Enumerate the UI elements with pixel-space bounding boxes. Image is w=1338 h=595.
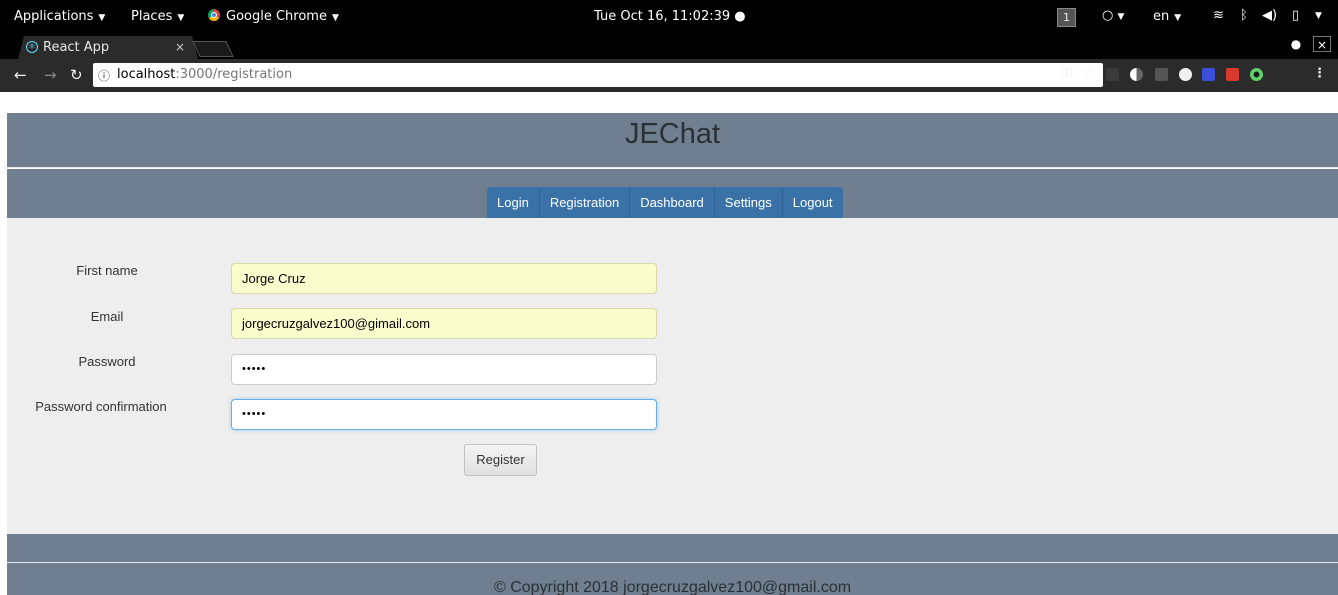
more-menu-icon[interactable]: ⋮	[1313, 66, 1326, 81]
active-app-menu[interactable]: Google Chrome ▼	[208, 9, 339, 24]
first-name-field[interactable]: Jorge Cruz	[231, 263, 657, 294]
applications-label: Applications	[14, 9, 94, 24]
footer-divider	[7, 562, 1338, 563]
volume-icon[interactable]: ◀)	[1262, 8, 1277, 23]
language-label: en	[1153, 9, 1170, 24]
wifi-icon[interactable]: ≋	[1213, 8, 1224, 23]
system-menu-chevron-icon[interactable]: ▼	[1315, 11, 1322, 21]
chevron-down-icon: ▼	[98, 13, 106, 23]
url-text: localhost:3000/registration	[117, 67, 292, 82]
extension-icon[interactable]	[1226, 68, 1239, 81]
reload-icon[interactable]: ↻	[70, 66, 83, 84]
site-header: JEChat	[7, 113, 1338, 168]
back-icon[interactable]: ←	[14, 66, 27, 84]
registration-form: First name Jorge Cruz Email jorgecruzgal…	[7, 218, 1338, 534]
accessibility-icon[interactable]: ○ ▼	[1102, 8, 1124, 23]
nav-logout[interactable]: Logout	[783, 187, 843, 218]
chevron-down-icon: ▼	[331, 13, 339, 23]
clock[interactable]: Tue Oct 16, 11:02:39 ●	[594, 9, 746, 24]
new-tab-button[interactable]	[192, 41, 234, 57]
window-close-icon[interactable]: ×	[1313, 36, 1331, 52]
tab-strip: ⚛ React App × ● ×	[0, 33, 1338, 59]
nav-login[interactable]: Login	[487, 187, 540, 218]
site-navbar: Login Registration Dashboard Settings Lo…	[7, 169, 1338, 218]
password-field[interactable]: •••••	[231, 354, 657, 385]
workspace-indicator[interactable]: 1	[1057, 8, 1076, 27]
close-icon[interactable]: ×	[175, 40, 185, 54]
tab-title: React App	[43, 40, 110, 55]
system-top-bar: Applications ▼ Places ▼ Google Chrome ▼ Tue…	[0, 0, 1338, 33]
url-path: :3000/registration	[175, 67, 293, 82]
email-label: Email	[90, 309, 124, 324]
extension-icon[interactable]	[1250, 68, 1263, 81]
copyright-text: © Copyright 2018 jorgecruzgalvez100@gmai…	[493, 579, 852, 595]
nav-registration[interactable]: Registration	[540, 187, 631, 218]
chevron-down-icon: ▼	[177, 13, 185, 23]
bluetooth-icon[interactable]: ᛒ	[1240, 8, 1248, 23]
register-button[interactable]: Register	[464, 444, 537, 476]
nav-settings[interactable]: Settings	[715, 187, 783, 218]
active-app-label: Google Chrome	[226, 9, 327, 24]
web-page: JEChat Login Registration Dashboard Sett…	[0, 92, 1338, 595]
battery-icon[interactable]: ▯	[1292, 8, 1299, 23]
star-icon[interactable]: ☆	[1083, 66, 1095, 81]
email-field[interactable]: jorgecruzgalvez100@gimail.com	[231, 308, 657, 339]
extension-icon[interactable]	[1130, 68, 1143, 81]
site-footer: © Copyright 2018 jorgecruzgalvez100@gmai…	[7, 534, 1338, 595]
forward-icon[interactable]: →	[44, 66, 57, 84]
places-menu[interactable]: Places ▼	[131, 9, 184, 24]
password-confirmation-label: Password confirmation	[35, 399, 167, 414]
react-icon: ⚛	[26, 41, 38, 53]
nav-group: Login Registration Dashboard Settings Lo…	[487, 187, 843, 218]
extension-icon[interactable]	[1106, 68, 1119, 81]
profile-icon[interactable]: ●	[1287, 36, 1305, 52]
extension-icon[interactable]	[1179, 68, 1192, 81]
first-name-label: First name	[76, 263, 138, 278]
nav-dashboard[interactable]: Dashboard	[630, 187, 715, 218]
password-label: Password	[78, 354, 136, 369]
extension-icon[interactable]	[1155, 68, 1168, 81]
extension-icon[interactable]	[1202, 68, 1215, 81]
url-host: localhost	[117, 67, 176, 82]
language-menu[interactable]: en ▼	[1153, 9, 1181, 24]
browser-tab[interactable]: ⚛ React App ×	[18, 36, 198, 59]
password-confirmation-field[interactable]: •••••	[231, 399, 657, 430]
browser-toolbar: ← → ↻ ⓘ localhost:3000/registration ⚿ ☆ …	[0, 59, 1338, 92]
applications-menu[interactable]: Applications ▼	[14, 9, 105, 24]
info-icon[interactable]: ⓘ	[98, 67, 110, 84]
chevron-down-icon: ▼	[1174, 13, 1182, 23]
site-title: JEChat	[624, 118, 721, 150]
address-bar[interactable]: ⓘ localhost:3000/registration	[93, 63, 1103, 87]
key-icon[interactable]: ⚿	[1062, 66, 1072, 81]
chrome-icon	[208, 9, 220, 21]
places-label: Places	[131, 9, 173, 24]
